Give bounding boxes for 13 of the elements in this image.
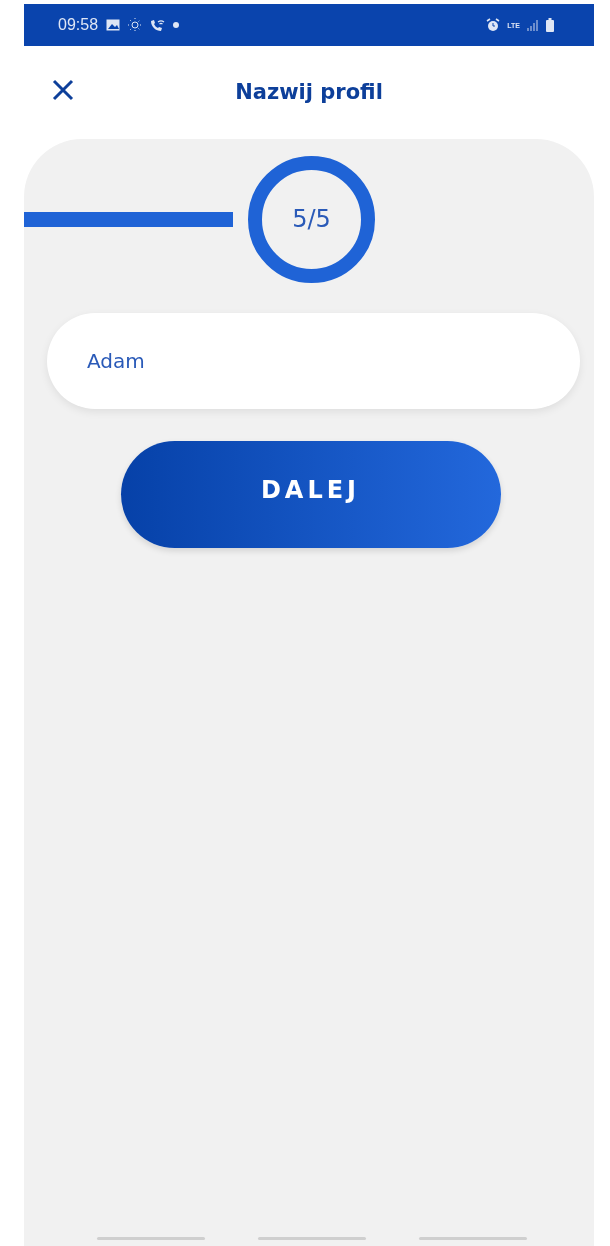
alarm-icon: [486, 18, 501, 32]
close-button[interactable]: [52, 79, 74, 101]
wifi-call-icon: [150, 18, 166, 32]
signal-icon: [527, 19, 539, 31]
status-time: 09:58: [58, 16, 99, 34]
screen-title: Nazwij profil: [235, 79, 383, 104]
battery-icon: [546, 18, 554, 32]
next-button[interactable]: DALEJ: [120, 441, 501, 548]
sun-icon: [128, 18, 143, 32]
image-icon: [106, 19, 121, 31]
notification-dot-icon: [173, 22, 180, 28]
step-counter: 5/5: [248, 155, 375, 283]
name-input-field[interactable]: Adam: [47, 313, 580, 409]
